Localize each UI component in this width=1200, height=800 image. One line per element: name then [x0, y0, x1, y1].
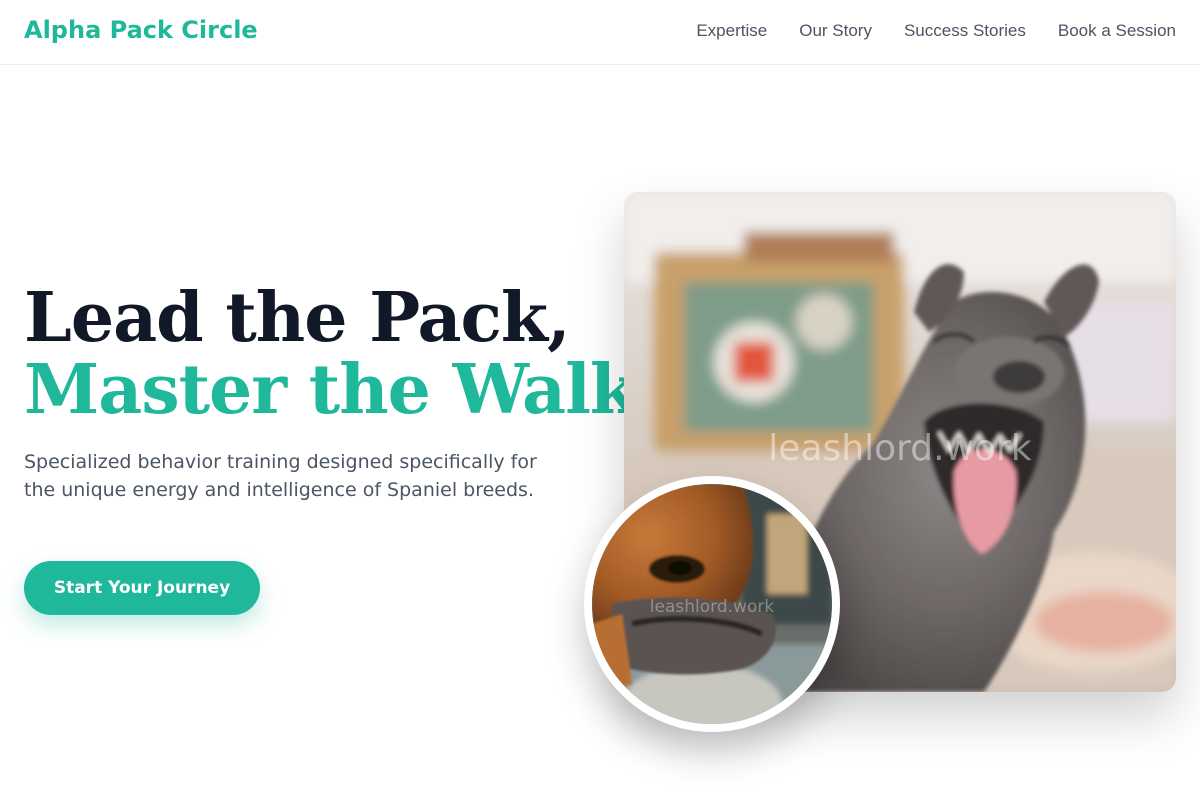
brand-logo[interactable]: Alpha Pack Circle — [24, 16, 258, 44]
nav-link-success-stories[interactable]: Success Stories — [904, 21, 1026, 41]
nav-link-our-story[interactable]: Our Story — [799, 21, 872, 41]
start-journey-button[interactable]: Start Your Journey — [24, 561, 260, 615]
nav-link-expertise[interactable]: Expertise — [696, 21, 767, 41]
headline-line-2: Master the Walk. — [24, 350, 660, 430]
boxer-dog-image: leashlord.work — [592, 484, 832, 724]
hero-subtitle: Specialized behavior training designed s… — [24, 451, 537, 501]
nav-links: Expertise Our Story Success Stories Book… — [696, 21, 1176, 41]
hero-headline: Lead the Pack, Master the Walk. — [24, 278, 660, 430]
hero-copy: Lead the Pack, Master the Walk. Speciali… — [24, 278, 660, 504]
main-photo-watermark: leashlord.work — [768, 428, 1032, 469]
inset-dog-photo: leashlord.work — [584, 476, 840, 732]
nav-link-book-session[interactable]: Book a Session — [1058, 21, 1176, 41]
top-navbar: Alpha Pack Circle Expertise Our Story Su… — [0, 0, 1200, 65]
inset-photo-watermark: leashlord.work — [650, 597, 775, 617]
headline-line-1: Lead the Pack, — [24, 278, 571, 358]
